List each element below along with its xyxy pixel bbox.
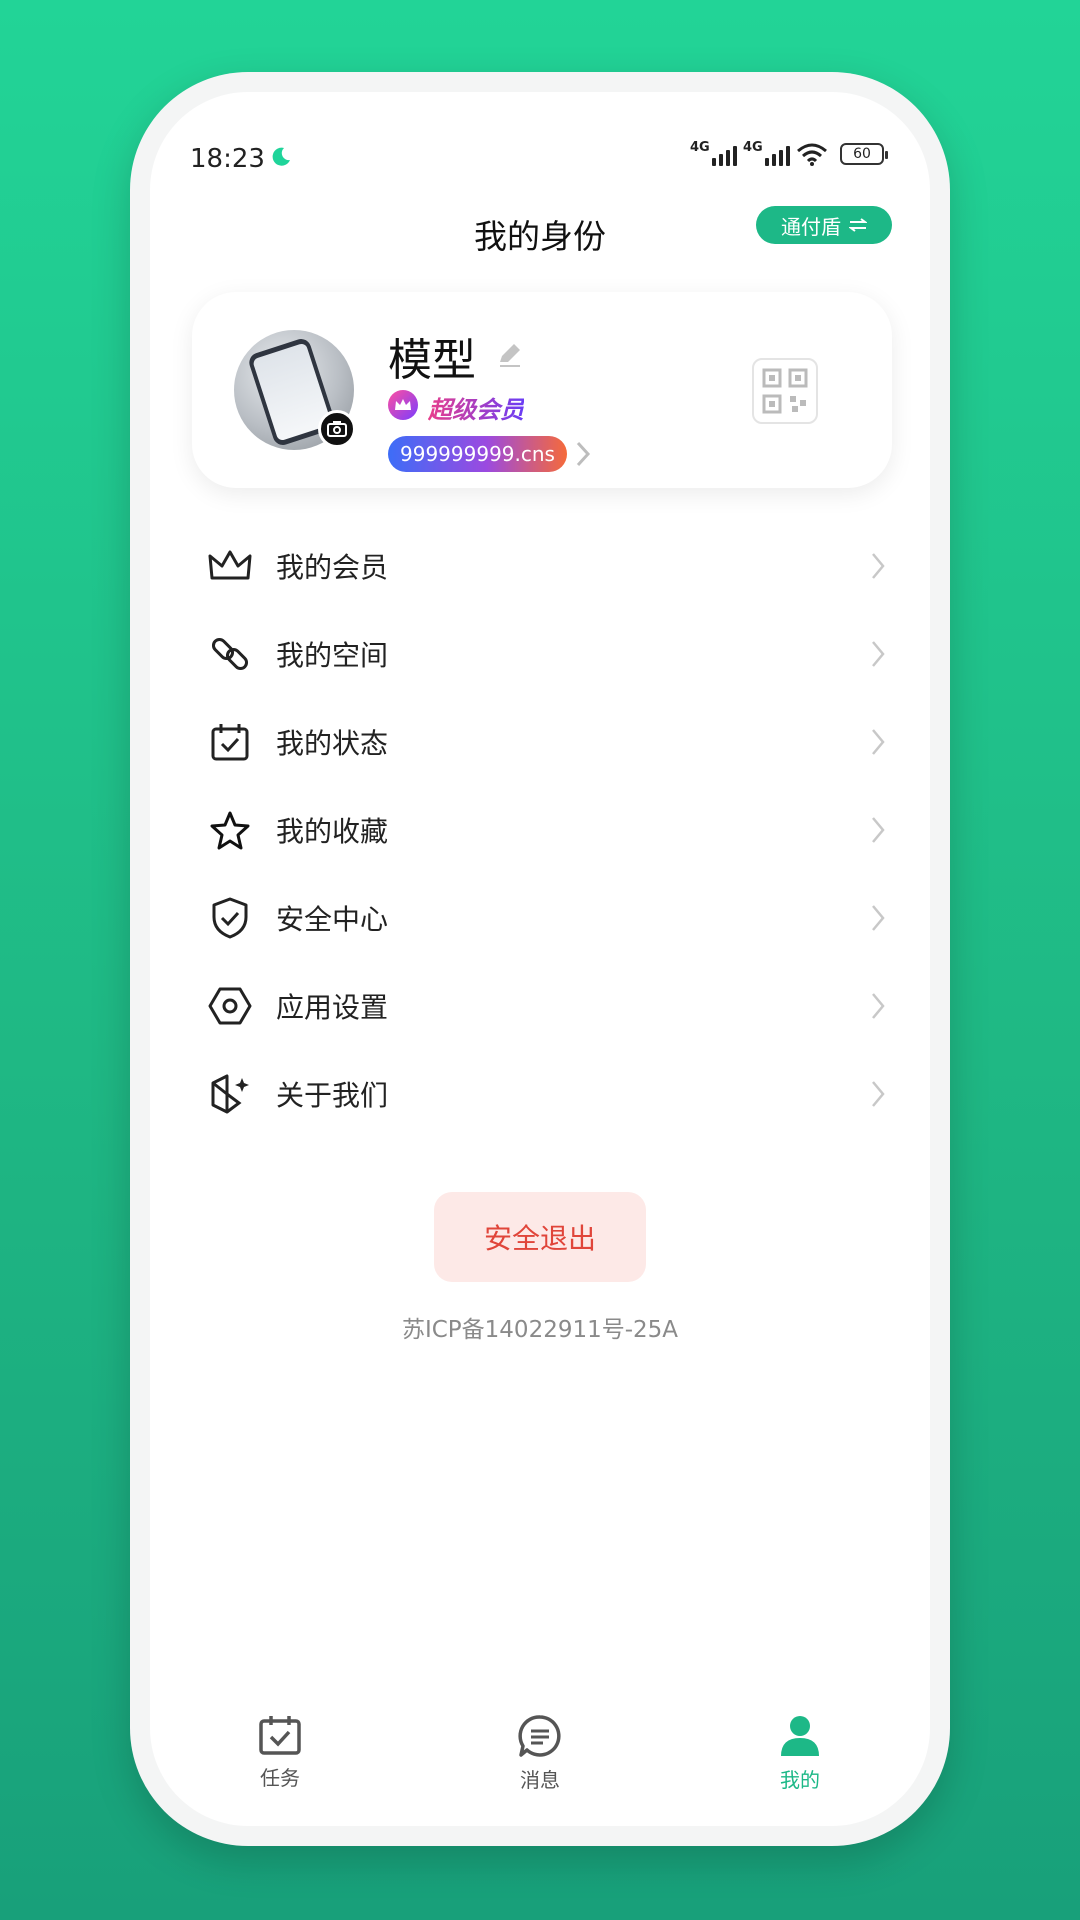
- calendar-check-icon: [206, 718, 254, 766]
- network-type: 4G: [690, 140, 710, 155]
- chevron-right-icon: [872, 905, 885, 931]
- chevron-right-icon: [872, 817, 885, 843]
- menu-item-about[interactable]: 关于我们: [206, 1050, 886, 1138]
- menu-item-security[interactable]: 安全中心: [206, 874, 886, 962]
- chevron-right-icon: [872, 993, 885, 1019]
- app-screen: 18:23 4G 4G 60 我的身份 通付盾 模型 超级会员 99999999…: [150, 92, 930, 1826]
- logout-button[interactable]: 安全退出: [434, 1192, 646, 1282]
- tab-label: 我的: [780, 1768, 820, 1792]
- tab-tasks[interactable]: 任务: [150, 1714, 410, 1814]
- chevron-right-icon[interactable]: [574, 440, 592, 468]
- menu-list: 我的会员 我的空间 我的状态 我的收藏 安全中心 应用设置 关于我们: [206, 522, 886, 1138]
- cube-sparkle-icon: [206, 1070, 254, 1118]
- tab-label: 任务: [260, 1766, 300, 1790]
- signal-icon: 4G: [690, 140, 737, 166]
- chevron-right-icon: [872, 641, 885, 667]
- battery-icon: 60: [840, 143, 888, 165]
- menu-item-status[interactable]: 我的状态: [206, 698, 886, 786]
- person-icon: [781, 1716, 819, 1756]
- menu-item-membership[interactable]: 我的会员: [206, 522, 886, 610]
- vip-crown-icon: [388, 390, 418, 420]
- menu-item-settings[interactable]: 应用设置: [206, 962, 886, 1050]
- shield-button-label: 通付盾: [781, 214, 841, 239]
- menu-item-favorites[interactable]: 我的收藏: [206, 786, 886, 874]
- hexagon-settings-icon: [206, 982, 254, 1030]
- signal-icon: 4G: [743, 140, 790, 166]
- bottom-tab-bar: 任务 消息 我的: [150, 1714, 930, 1814]
- star-icon: [206, 806, 254, 854]
- qr-code-icon[interactable]: [752, 358, 818, 424]
- chevron-right-icon: [872, 553, 885, 579]
- chevron-right-icon: [872, 729, 885, 755]
- user-name: 模型: [388, 335, 476, 386]
- network-type: 4G: [743, 140, 763, 155]
- phone-frame: 18:23 4G 4G 60 我的身份 通付盾 模型 超级会员 99999999…: [130, 72, 950, 1846]
- link-icon: [206, 630, 254, 678]
- menu-item-label: 我的空间: [276, 639, 389, 672]
- menu-item-label: 应用设置: [276, 991, 389, 1024]
- user-id-badge[interactable]: 999999999.cns: [388, 436, 567, 472]
- menu-item-label: 关于我们: [276, 1079, 389, 1112]
- shield-switch-button[interactable]: 通付盾: [756, 206, 892, 244]
- tab-label: 消息: [520, 1768, 560, 1792]
- crown-icon: [206, 542, 254, 590]
- menu-item-space[interactable]: 我的空间: [206, 610, 886, 698]
- task-calendar-icon: [259, 1716, 301, 1755]
- camera-icon[interactable]: [318, 410, 356, 448]
- shield-check-icon: [206, 894, 254, 942]
- chevron-right-icon: [872, 1081, 885, 1107]
- menu-item-label: 我的会员: [276, 551, 389, 584]
- menu-item-label: 我的收藏: [276, 815, 389, 848]
- menu-item-label: 我的状态: [276, 727, 389, 760]
- message-bubble-icon: [518, 1715, 561, 1757]
- swap-arrows-icon: [849, 218, 867, 232]
- menu-item-label: 安全中心: [276, 903, 389, 936]
- moon-icon: [272, 147, 290, 166]
- tab-messages[interactable]: 消息: [410, 1714, 670, 1814]
- profile-card: 模型 超级会员 999999999.cns: [192, 292, 892, 488]
- edit-pencil-icon[interactable]: [496, 340, 524, 368]
- icp-license: 苏ICP备14022911号-25A: [401, 1317, 679, 1343]
- status-icons: 4G 4G 60: [690, 140, 888, 166]
- status-time: 18:23: [190, 144, 265, 174]
- tab-profile[interactable]: 我的: [670, 1714, 930, 1814]
- membership-label: 超级会员: [428, 390, 524, 425]
- wifi-icon: [797, 143, 827, 166]
